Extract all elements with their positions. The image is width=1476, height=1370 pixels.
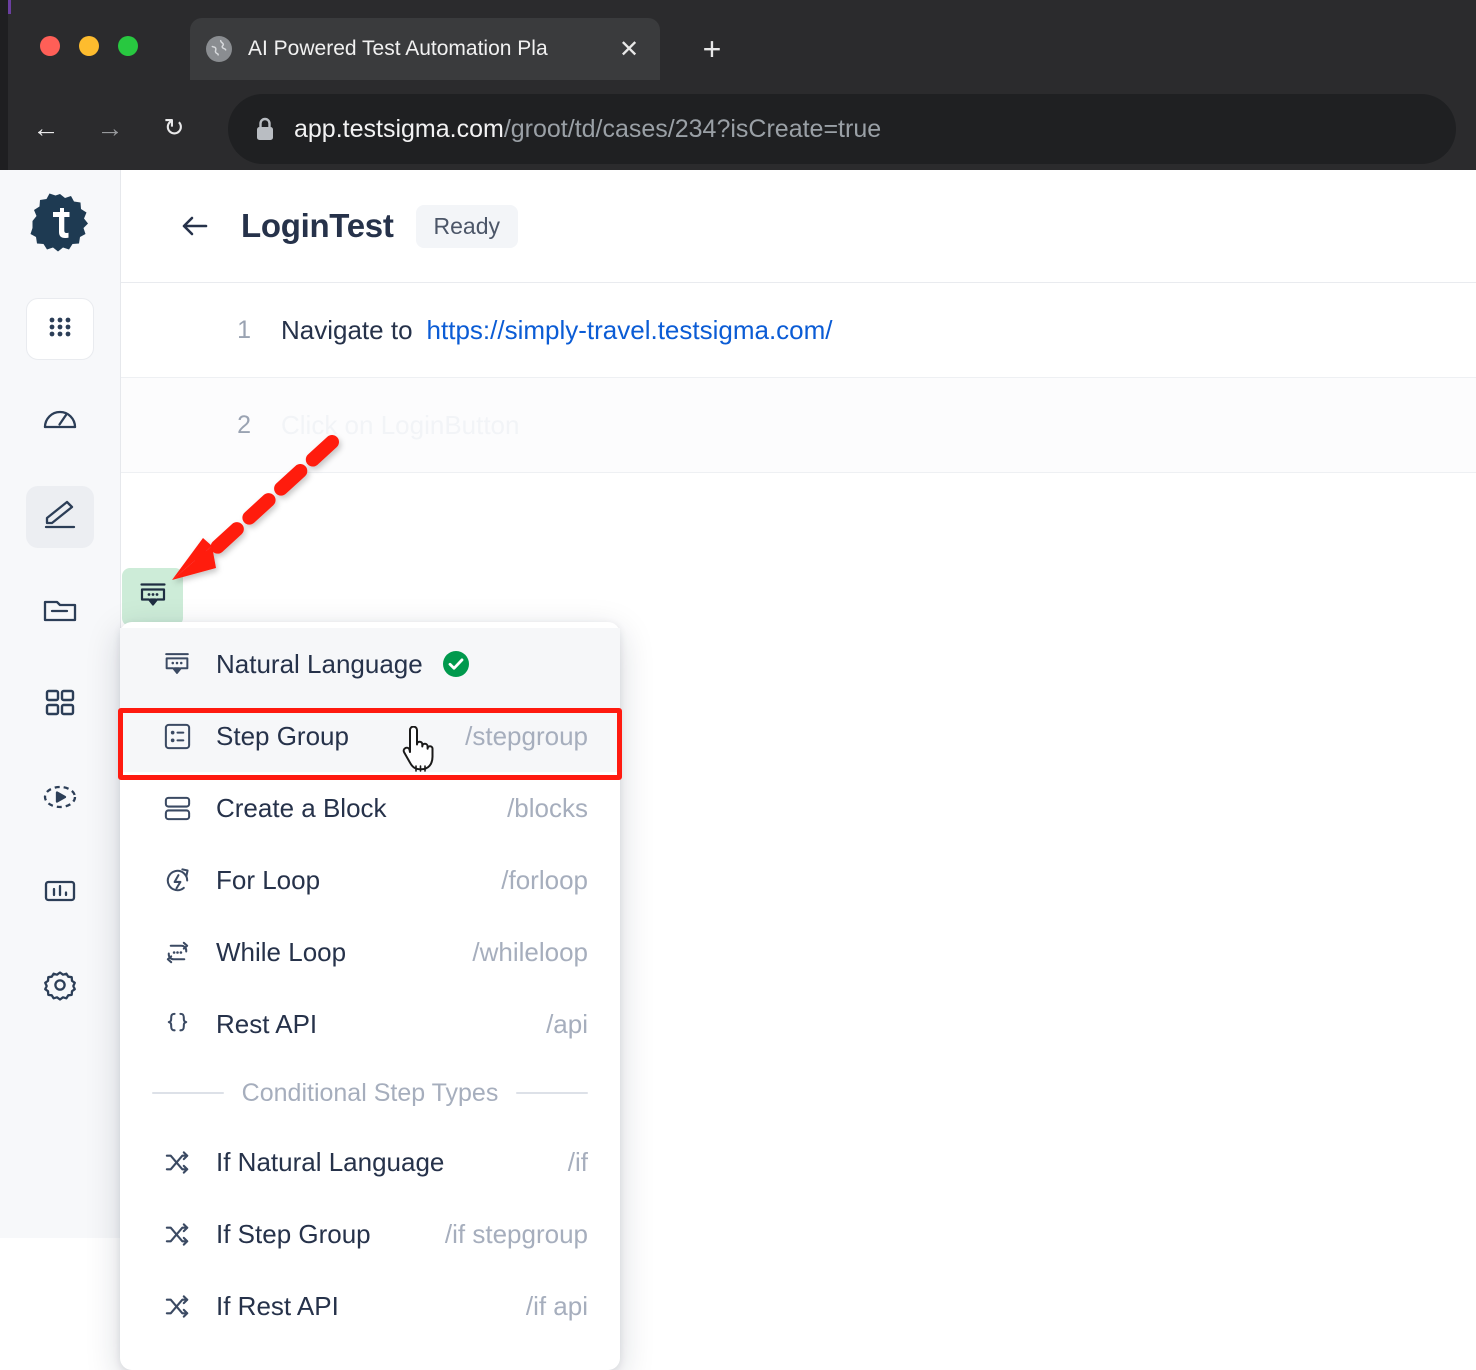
divider-line-right bbox=[516, 1092, 589, 1094]
globe-icon bbox=[206, 36, 232, 62]
menu-item-shortcut: /if api bbox=[525, 1290, 588, 1321]
step-type-dropdown-menu[interactable]: Natural Language Step Group /stepgroup C… bbox=[120, 622, 620, 1370]
menu-item-label: While Loop bbox=[216, 936, 347, 967]
natural-language-icon bbox=[136, 578, 170, 617]
new-tab-button[interactable]: + bbox=[692, 30, 732, 70]
step-url-link[interactable]: https://simply-travel.testsigma.com/ bbox=[427, 315, 833, 345]
bar-chart-icon bbox=[42, 873, 78, 914]
menu-item-while-loop[interactable]: While Loop /whileloop bbox=[120, 916, 620, 988]
step-text: Click on LoginButton bbox=[281, 410, 520, 440]
sidebar-item-test-suites[interactable] bbox=[26, 674, 94, 736]
menu-item-natural-language[interactable]: Natural Language bbox=[120, 628, 620, 700]
browser-tab[interactable]: AI Powered Test Automation Pla ✕ bbox=[190, 18, 660, 80]
status-badge: Ready bbox=[415, 204, 518, 248]
menu-item-if-rest-api[interactable]: If Rest API /if api bbox=[120, 1270, 620, 1342]
menu-item-rest-api[interactable]: Rest API /api bbox=[120, 988, 620, 1060]
shuffle-icon bbox=[160, 1217, 194, 1251]
url-text: app.testsigma.com/groot/td/cases/234?isC… bbox=[294, 115, 881, 144]
braces-icon bbox=[160, 1007, 194, 1041]
menu-item-shortcut: /blocks bbox=[507, 792, 588, 823]
menu-item-if-natural-language[interactable]: If Natural Language /if bbox=[120, 1126, 620, 1198]
back-button[interactable]: ← bbox=[22, 104, 70, 152]
table-row[interactable]: 1 Navigate to https://simply-travel.tests… bbox=[121, 283, 1476, 378]
app-viewport: LoginTest Ready 1 Navigate to https://sim… bbox=[0, 170, 1476, 1370]
menu-item-label: If Natural Language bbox=[216, 1146, 445, 1177]
shuffle-icon bbox=[160, 1145, 194, 1179]
menu-item-shortcut: /if bbox=[567, 1146, 588, 1177]
step-group-icon bbox=[160, 719, 194, 753]
browser-navbar: ← → ↻ app.testsigma.com/groot/td/cases/2… bbox=[0, 86, 1476, 170]
minimize-window-button[interactable] bbox=[79, 36, 99, 56]
window-accent-strip bbox=[8, 0, 11, 14]
natural-language-icon bbox=[160, 647, 194, 681]
sidebar-item-test-data[interactable] bbox=[26, 580, 94, 642]
tab-title: AI Powered Test Automation Pla bbox=[248, 37, 548, 60]
testsigma-logo[interactable] bbox=[30, 192, 90, 252]
divider-line-left bbox=[151, 1092, 224, 1094]
sidebar-item-dashboard[interactable] bbox=[26, 392, 94, 454]
step-number: 2 bbox=[237, 411, 251, 439]
block-icon bbox=[160, 791, 194, 825]
menu-item-label: If Rest API bbox=[216, 1290, 339, 1321]
pencil-icon bbox=[41, 496, 79, 539]
check-circle-icon bbox=[441, 649, 471, 679]
menu-item-label: Create a Block bbox=[216, 792, 387, 823]
table-row[interactable]: 2 Click on LoginButton bbox=[121, 378, 1476, 473]
menu-item-create-a-block[interactable]: Create a Block /blocks bbox=[120, 772, 620, 844]
menu-item-label: Rest API bbox=[216, 1008, 318, 1039]
page-header: LoginTest Ready bbox=[121, 170, 1476, 282]
menu-item-if-step-group[interactable]: If Step Group /if stepgroup bbox=[120, 1198, 620, 1270]
lock-icon bbox=[254, 116, 276, 142]
menu-item-for-loop[interactable]: For Loop /forloop bbox=[120, 844, 620, 916]
sidebar-item-reports[interactable] bbox=[26, 862, 94, 924]
window-traffic-lights[interactable] bbox=[40, 36, 138, 56]
menu-item-label: If Step Group bbox=[216, 1218, 371, 1249]
reload-button[interactable]: ↻ bbox=[150, 104, 198, 152]
address-bar[interactable]: app.testsigma.com/groot/td/cases/234?isC… bbox=[228, 94, 1456, 164]
menu-item-shortcut: /api bbox=[546, 1008, 588, 1039]
url-host: app.testsigma.com bbox=[294, 114, 504, 143]
squares-icon bbox=[43, 686, 77, 725]
menu-item-label: Step Group bbox=[216, 720, 349, 751]
gear-icon bbox=[41, 966, 79, 1009]
grid-dots-icon bbox=[43, 310, 77, 349]
menu-item-step-group[interactable]: Step Group /stepgroup bbox=[120, 700, 620, 772]
menu-section-divider: Conditional Step Types bbox=[120, 1060, 620, 1126]
menu-item-shortcut: /if stepgroup bbox=[444, 1218, 588, 1249]
close-window-button[interactable] bbox=[40, 36, 60, 56]
menu-item-shortcut: /stepgroup bbox=[465, 720, 588, 751]
test-steps-list: 1 Navigate to https://simply-travel.tests… bbox=[121, 283, 1476, 473]
maximize-window-button[interactable] bbox=[118, 36, 138, 56]
sidebar-item-test-authoring[interactable] bbox=[26, 486, 94, 548]
while-loop-icon bbox=[160, 935, 194, 969]
sidebar-item-settings[interactable] bbox=[26, 956, 94, 1018]
row-divider bbox=[121, 472, 1476, 473]
for-loop-icon bbox=[160, 863, 194, 897]
speedometer-icon bbox=[41, 402, 79, 445]
step-text: Navigate to https://simply-travel.testsig… bbox=[281, 315, 833, 346]
page-title: LoginTest bbox=[241, 207, 394, 244]
menu-item-label: Natural Language bbox=[216, 648, 423, 679]
folder-icon bbox=[41, 590, 79, 633]
hand-cursor bbox=[396, 725, 440, 776]
step-action-label: Navigate to bbox=[281, 315, 413, 345]
forward-button[interactable]: → bbox=[86, 104, 134, 152]
sidebar-item-test-runs[interactable] bbox=[26, 768, 94, 830]
close-icon[interactable]: ✕ bbox=[614, 35, 644, 64]
menu-item-shortcut: /whileloop bbox=[472, 936, 588, 967]
menu-item-shortcut: /forloop bbox=[501, 864, 588, 895]
url-path: /groot/td/cases/234?isCreate=true bbox=[503, 114, 882, 143]
menu-item-label: For Loop bbox=[216, 864, 321, 895]
shuffle-icon bbox=[160, 1289, 194, 1323]
browser-chrome: AI Powered Test Automation Pla ✕ + ← → ↻… bbox=[0, 0, 1476, 170]
menu-section-label: Conditional Step Types bbox=[241, 1078, 499, 1107]
sidebar-item-apps-grid[interactable] bbox=[26, 298, 94, 360]
step-number: 1 bbox=[237, 316, 251, 344]
step-type-button[interactable] bbox=[122, 568, 183, 626]
arrow-left-icon[interactable] bbox=[175, 206, 215, 246]
play-circle-icon bbox=[41, 778, 79, 821]
